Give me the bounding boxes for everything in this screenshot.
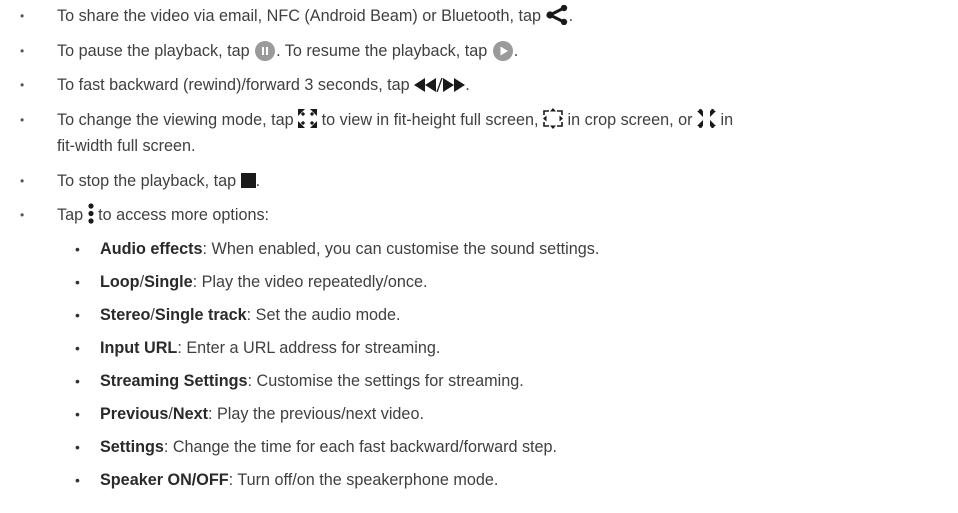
- option-desc: : When enabled, you can customise the so…: [202, 240, 600, 258]
- option-term: Settings: [100, 438, 164, 456]
- option-term: Previous: [100, 405, 169, 423]
- option-term-2: Next: [172, 405, 208, 423]
- stop-icon: [240, 173, 256, 189]
- bullet-dot: •: [20, 113, 25, 127]
- sub-bullet-dot: •: [75, 340, 80, 356]
- bullet-dot: •: [20, 78, 25, 92]
- sub-bullet-dot: •: [75, 472, 80, 488]
- play-icon: [492, 40, 514, 62]
- sub-bullet-dot: •: [75, 373, 80, 389]
- option-term: Speaker ON/OFF: [100, 471, 229, 489]
- view-mode-continuation: fit-width full screen.: [57, 137, 196, 155]
- option-desc: : Set the audio mode.: [246, 306, 401, 324]
- option-term: Audio effects: [100, 240, 203, 258]
- sub-bullet-dot: •: [75, 307, 80, 323]
- option-desc: : Change the time for each fast backward…: [163, 438, 558, 456]
- option-desc: : Play the video repeatedly/once.: [192, 273, 428, 291]
- more-options-icon: [88, 203, 94, 224]
- bullet-dot: •: [20, 44, 25, 58]
- option-term-2: Single track: [154, 306, 247, 324]
- option-term: Stereo: [100, 306, 151, 324]
- fit-width-icon: [697, 109, 717, 129]
- option-term: Streaming Settings: [100, 372, 248, 390]
- option-desc: : Turn off/on the speakerphone mode.: [228, 471, 499, 489]
- crop-screen-icon: [543, 108, 563, 130]
- sub-bullet-dot: •: [75, 439, 80, 455]
- sub-bullet-dot: •: [75, 274, 80, 290]
- fit-height-icon: [298, 109, 318, 129]
- option-term: Input URL: [100, 339, 178, 357]
- option-desc: : Play the previous/next video.: [207, 405, 424, 423]
- bullet-dot: •: [20, 174, 25, 188]
- sub-bullet-dot: •: [75, 406, 80, 422]
- option-term-2: Single: [144, 273, 193, 291]
- bullet-dot: •: [20, 9, 25, 23]
- rewind-forward-icon: [414, 77, 466, 92]
- option-desc: : Customise the settings for streaming.: [247, 372, 524, 390]
- option-term: Loop: [100, 273, 140, 291]
- manual-page: • To share the video via email, NFC (And…: [0, 0, 958, 513]
- sub-bullet-dot: •: [75, 241, 80, 257]
- bullet-dot: •: [20, 208, 25, 222]
- share-icon: [545, 4, 569, 25]
- option-desc: : Enter a URL address for streaming.: [177, 339, 441, 357]
- share-text: To share the video via email, NFC (Andro…: [57, 7, 546, 25]
- pause-icon: [254, 40, 276, 62]
